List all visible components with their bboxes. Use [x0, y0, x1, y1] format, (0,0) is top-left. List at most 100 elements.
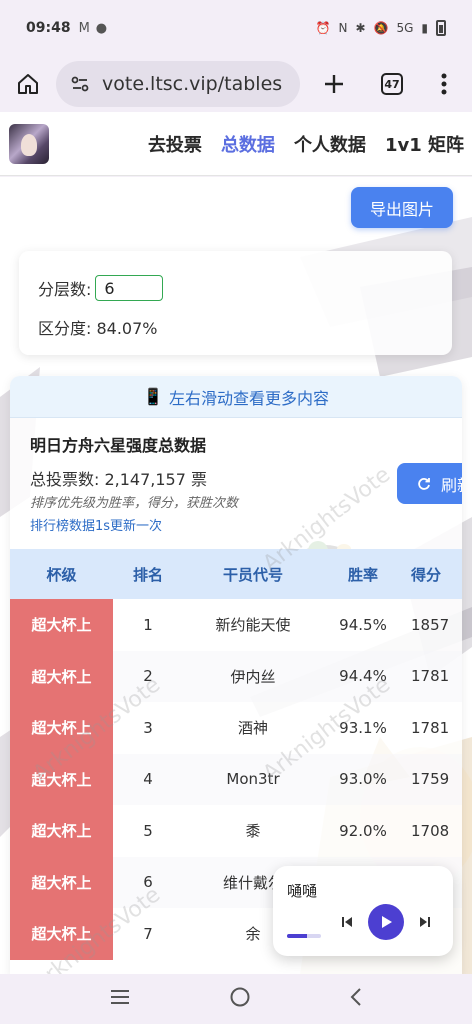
header-rank[interactable]: 排名 — [113, 549, 183, 599]
tab-switcher-button[interactable]: 47 — [368, 60, 416, 108]
header-operator[interactable]: 干员代号 — [183, 549, 323, 599]
main-content: 导出图片 分层数: 区分度: 84.07% 📱 左右滑动查看更多内容 明日方舟六… — [0, 177, 472, 974]
distinction-text: 区分度: 84.07% — [38, 319, 158, 338]
track-title: 嗵嗵 — [287, 882, 318, 900]
rank-cell: 5 — [143, 821, 153, 840]
nav-total-data[interactable]: 总数据 — [221, 131, 275, 157]
alarm-icon: ⏰ — [315, 21, 331, 35]
refresh-button[interactable]: 刷新 — [397, 463, 462, 504]
back-button[interactable] — [349, 987, 363, 1011]
distinction-row: 区分度: 84.07% — [38, 315, 433, 339]
address-bar[interactable]: vote.ltsc.vip/tables — [56, 61, 300, 107]
tier-cell: 超大杯上 — [10, 908, 113, 960]
home-nav-button[interactable] — [229, 986, 251, 1012]
operator-cell: 酒神 — [237, 719, 268, 738]
table-row: 超大杯上 4 Mon3tr 93.0% 1759 — [10, 753, 462, 805]
next-track-button[interactable] — [413, 910, 437, 934]
header-score[interactable]: 得分 — [403, 549, 462, 599]
mute-icon: 🔕 — [373, 21, 389, 35]
winrate-cell: 93.0% — [323, 753, 403, 805]
sort-note: 排序优先级为胜率，得分，获胜次数 — [30, 496, 239, 511]
status-bar: 09:48 M ● ⏰ N ✱ 🔕 5G ▮ — [0, 0, 472, 56]
notification-icons: M ● — [79, 21, 108, 36]
operator-cell: 伊内丝 — [183, 650, 323, 702]
rank-cell: 2 — [113, 650, 183, 702]
recents-button[interactable] — [109, 988, 131, 1010]
table-header-row: 杯级 排名 干员代号 胜率 得分 — [10, 549, 462, 599]
more-vert-icon — [441, 73, 447, 95]
nav-items: 去投票 总数据 个人数据 1v1 矩阵 — [148, 131, 472, 157]
layer-count-input[interactable] — [95, 275, 164, 301]
network-label: 5G — [396, 21, 414, 35]
nfc-icon: N — [338, 21, 348, 35]
play-button[interactable] — [368, 904, 404, 940]
header-winrate[interactable]: 胜率 — [323, 549, 403, 599]
layer-row: 分层数: — [38, 275, 433, 301]
recents-icon — [111, 990, 129, 1004]
winrate-cell: 93.1% — [339, 718, 387, 737]
tier-cell: 超大杯上 — [10, 805, 113, 857]
layer-label: 分层数: — [38, 280, 92, 299]
operator-cell: Mon3tr — [183, 753, 323, 805]
winrate-cell: 94.5% — [339, 615, 387, 634]
rank-cell: 4 — [113, 753, 183, 805]
gmail-icon: M — [78, 20, 90, 36]
refresh-icon — [418, 477, 430, 490]
score-cell: 1708 — [411, 821, 450, 840]
nav-vote[interactable]: 去投票 — [148, 131, 202, 157]
table-row: 超大杯上 5 黍 92.0% 1708 — [10, 805, 462, 857]
signal-icon: ▮ — [421, 21, 428, 35]
system-navigation-bar — [0, 974, 472, 1024]
home-icon — [18, 74, 38, 94]
app-notification-icon: ● — [95, 20, 108, 36]
tier-cell: 超大杯上 — [10, 856, 113, 908]
nav-1v1-matrix[interactable]: 1v1 矩阵 — [385, 131, 464, 157]
url-text: vote.ltsc.vip/tables — [102, 73, 283, 95]
skip-next-icon — [420, 917, 430, 927]
skip-previous-icon — [342, 917, 352, 927]
home-button[interactable] — [0, 56, 56, 112]
nav-personal-data[interactable]: 个人数据 — [294, 131, 366, 157]
table-row: 超大杯上 2 伊内丝 94.4% 1781 — [10, 650, 462, 702]
rank-cell: 6 — [113, 856, 183, 908]
swipe-hint-banner: 📱 左右滑动查看更多内容 — [10, 376, 462, 418]
rank-cell: 3 — [143, 718, 153, 737]
play-icon — [382, 916, 392, 928]
browser-toolbar: vote.ltsc.vip/tables 47 — [0, 56, 472, 112]
score-cell: 1857 — [411, 615, 450, 634]
plus-icon — [325, 75, 343, 93]
rank-cell: 1 — [143, 615, 153, 634]
tier-cell: 超大杯上 — [10, 650, 113, 702]
site-logo[interactable] — [9, 123, 49, 164]
header-tier[interactable]: 杯级 — [10, 549, 113, 599]
tab-count: 47 — [381, 73, 403, 95]
table-row: 超大杯上 1 新约能天使 94.5% 1857 — [10, 599, 462, 651]
previous-track-button[interactable] — [335, 910, 359, 934]
site-settings-icon[interactable] — [70, 74, 90, 94]
phone-icon: 📱 — [143, 387, 163, 406]
table-title: 明日方舟六星强度总数据 — [30, 436, 207, 455]
progress-fill — [287, 934, 308, 938]
table-row: 超大杯上 3 酒神 93.1% 1781 — [10, 702, 462, 754]
winrate-cell: 92.0% — [339, 821, 387, 840]
tier-cell: 超大杯上 — [10, 599, 113, 651]
refresh-label: 刷新 — [441, 475, 462, 495]
score-cell: 1759 — [403, 753, 462, 805]
bluetooth-icon: ✱ — [355, 21, 366, 35]
export-image-button[interactable]: 导出图片 — [351, 187, 453, 228]
operator-cell: 新约能天使 — [215, 616, 291, 635]
rank-cell: 7 — [143, 924, 153, 943]
operator-cell: 黍 — [245, 822, 261, 841]
score-cell: 1781 — [411, 718, 450, 737]
back-icon — [350, 988, 361, 1006]
tier-cell: 超大杯上 — [10, 702, 113, 754]
new-tab-button[interactable] — [310, 60, 358, 108]
browser-menu-button[interactable] — [424, 60, 464, 108]
swipe-hint-text: 左右滑动查看更多内容 — [168, 388, 329, 408]
total-votes: 总投票数: 2,147,157 票 — [30, 470, 207, 489]
battery-icon — [436, 20, 446, 36]
settings-card: 分层数: 区分度: 84.07% — [19, 251, 452, 355]
track-progress[interactable] — [287, 934, 321, 938]
music-player[interactable]: 嗵嗵 — [273, 866, 453, 956]
status-time: 09:48 — [26, 20, 71, 36]
